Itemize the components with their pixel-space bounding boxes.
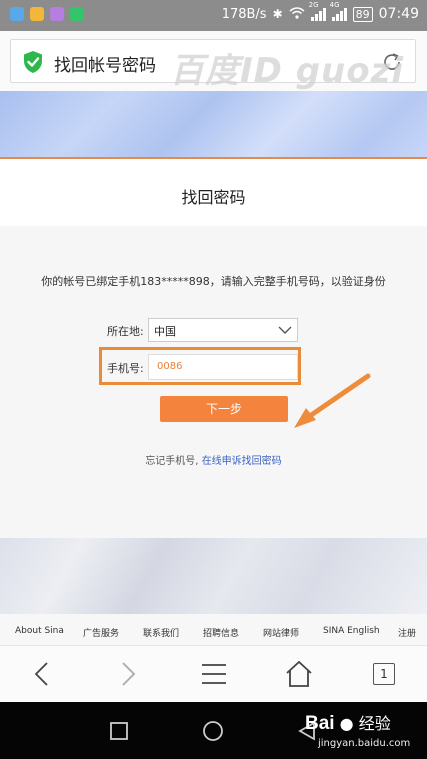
bluetooth-icon: ✱ xyxy=(272,7,283,21)
tabs-count-button[interactable]: 1 xyxy=(373,663,395,685)
system-nav-bar: Bai ● 经验 jingyan.baidu.com xyxy=(0,702,427,759)
address-bar: 找回帐号密码 百度ID guozi xyxy=(0,31,427,91)
signal-4g-icon: 4G xyxy=(330,1,347,21)
browser-toolbar xyxy=(0,646,427,702)
screen: 178B/s ✱ 2G 4G 89 07:49 找回帐号密码 百度ID guoz… xyxy=(0,0,427,759)
bound-phone-info: 你的帐号已绑定手机183*****898，请输入完整手机号码，以验证身份 xyxy=(41,275,386,288)
next-step-button[interactable]: 下一步 xyxy=(160,396,288,422)
home-icon[interactable] xyxy=(283,658,315,690)
footer-links: About Sina 广告服务 联系我们 招聘信息 网站律师 SINA Engl… xyxy=(0,614,427,646)
back-icon[interactable] xyxy=(26,658,58,690)
status-bar: 178B/s ✱ 2G 4G 89 07:49 xyxy=(0,0,427,31)
shield-check-icon xyxy=(24,51,42,73)
phone-value: 0086 xyxy=(157,361,183,372)
footer-link-ad-services[interactable]: 广告服务 xyxy=(83,626,119,639)
paw-icon: ● xyxy=(339,714,354,733)
menu-icon[interactable] xyxy=(198,658,230,690)
online-appeal-link[interactable]: 在线申诉找回密码 xyxy=(202,456,282,467)
form-area: 你的帐号已绑定手机183*****898，请输入完整手机号码，以验证身份 所在地… xyxy=(0,226,427,538)
gallery-app-icon xyxy=(50,7,64,21)
page-title-in-address-bar: 找回帐号密码 xyxy=(54,56,156,76)
baidu-jingyan-text: 经验 xyxy=(358,714,391,733)
notification-icons xyxy=(10,7,84,21)
signal-4g-label: 4G xyxy=(329,1,340,9)
decorative-band xyxy=(0,538,427,614)
location-select[interactable]: 中国 xyxy=(148,318,298,342)
forgot-phone-row: 忘记手机号, 在线申诉找回密码 xyxy=(0,452,427,467)
footer-link-contact[interactable]: 联系我们 xyxy=(143,626,179,639)
baidu-jingyan-watermark: Bai ● 经验 jingyan.baidu.com xyxy=(305,710,410,749)
baidu-logo: Bai xyxy=(305,713,335,734)
footer-link-sina-english[interactable]: SINA English xyxy=(323,626,380,636)
signal-2g-label: 2G xyxy=(308,1,319,9)
forward-icon[interactable] xyxy=(112,658,144,690)
home-circle-icon[interactable] xyxy=(202,720,224,742)
footer-link-jobs[interactable]: 招聘信息 xyxy=(203,626,239,639)
watermark: 百度ID guozi xyxy=(170,51,405,91)
footer-link-about-sina[interactable]: About Sina xyxy=(15,626,64,636)
clock: 07:49 xyxy=(378,6,419,22)
baidu-url: jingyan.baidu.com xyxy=(318,738,411,749)
lock-app-icon xyxy=(30,7,44,21)
title-bar: 找回密码 xyxy=(0,161,427,226)
location-label: 所在地: xyxy=(107,325,144,338)
footer-link-lawyer[interactable]: 网站律师 xyxy=(263,626,299,639)
recent-apps-icon[interactable] xyxy=(108,720,130,742)
phone-input[interactable]: 0086 xyxy=(148,354,298,380)
wifi-icon xyxy=(289,6,305,22)
phone-label: 手机号: xyxy=(107,362,144,375)
footer-link-register[interactable]: 注册 xyxy=(398,626,416,639)
forgot-phone-text: 忘记手机号, xyxy=(145,456,199,467)
browser-app-icon xyxy=(10,7,24,21)
header-banner xyxy=(0,91,427,159)
signal-2g-icon: 2G xyxy=(309,1,326,21)
network-speed: 178B/s xyxy=(221,6,267,22)
battery-indicator: 89 xyxy=(352,6,373,22)
chevron-down-icon xyxy=(278,326,292,334)
location-value: 中国 xyxy=(154,325,176,338)
page-heading: 找回密码 xyxy=(181,188,246,207)
arrow-annotation-icon xyxy=(294,373,371,428)
phone-app-icon xyxy=(70,7,84,21)
